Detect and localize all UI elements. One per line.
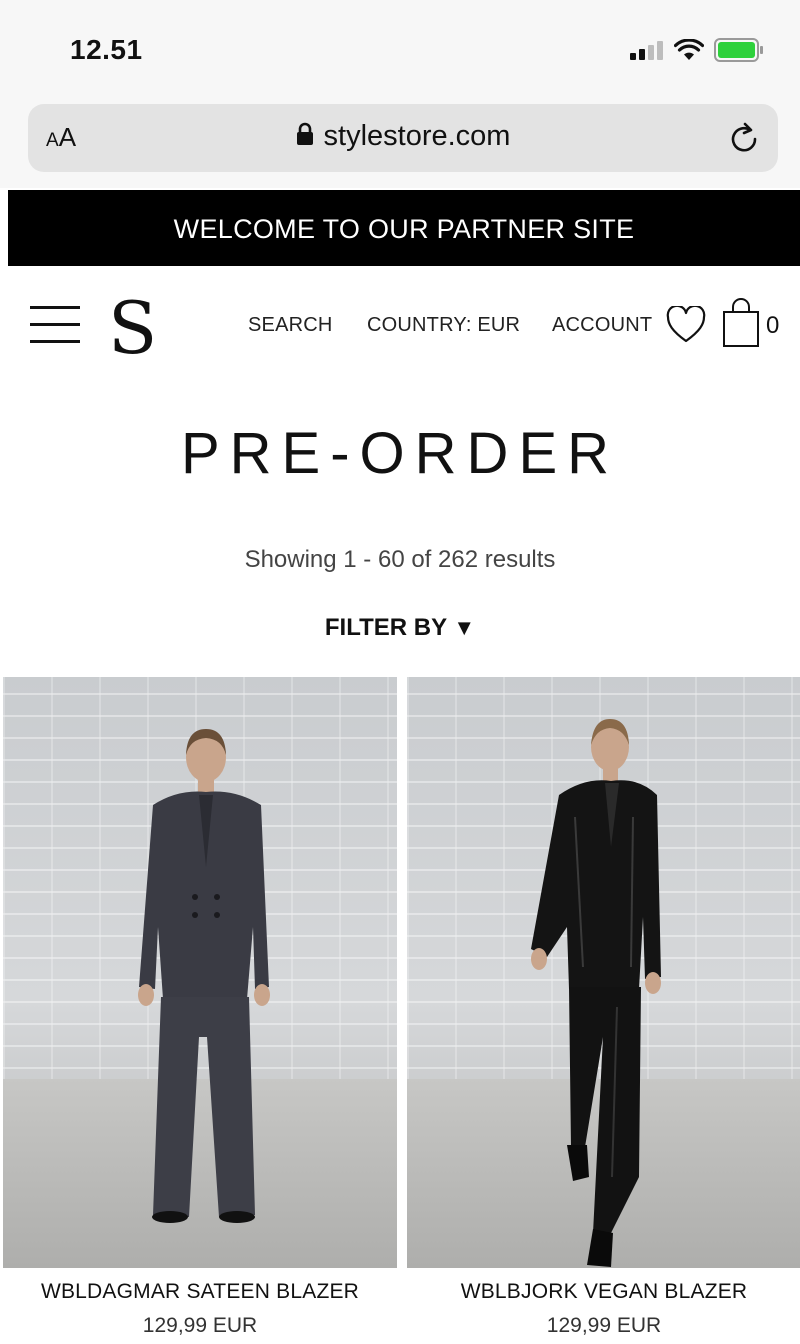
status-icons bbox=[630, 38, 764, 62]
welcome-banner: WELCOME TO OUR PARTNER SITE bbox=[8, 190, 800, 266]
status-time: 12.51 bbox=[70, 34, 143, 65]
filter-label: FILTER BY bbox=[324, 614, 447, 641]
account-link[interactable]: ACCOUNT bbox=[552, 314, 652, 337]
product-name[interactable]: WBLBJORK VEGAN BLAZER bbox=[407, 1280, 800, 1304]
page-title: PRE-ORDER bbox=[180, 421, 620, 486]
lock-icon bbox=[296, 123, 313, 146]
menu-icon[interactable] bbox=[30, 306, 82, 346]
product-name[interactable]: WBLDAGMAR SATEEN BLAZER bbox=[3, 1280, 397, 1304]
url-text: stylestore.com bbox=[323, 120, 511, 152]
product-image[interactable] bbox=[407, 677, 800, 1268]
wifi-icon bbox=[674, 39, 704, 60]
reload-icon[interactable] bbox=[726, 120, 762, 156]
product-card[interactable]: WBLDAGMAR SATEEN BLAZER 129,99 EUR bbox=[3, 677, 397, 1338]
caret-down-icon: ▼ bbox=[453, 615, 476, 640]
product-price: 129,99 EUR bbox=[546, 1314, 662, 1337]
country-selector[interactable]: COUNTRY: EUR bbox=[367, 314, 520, 337]
model-figure bbox=[531, 719, 661, 1267]
status-bar: 12.51 bbox=[0, 0, 800, 100]
results-count: Showing 1 - 60 of 262 results bbox=[244, 546, 556, 573]
address-bar[interactable]: AA stylestore.com bbox=[28, 104, 778, 172]
site-logo[interactable]: S bbox=[108, 288, 157, 368]
product-price: 129,99 EUR bbox=[142, 1314, 258, 1337]
heart-icon[interactable] bbox=[666, 306, 706, 344]
shopping-bag-icon[interactable] bbox=[722, 298, 760, 348]
cellular-signal-icon bbox=[630, 41, 663, 60]
model-figure bbox=[138, 729, 270, 1223]
filter-by-button[interactable]: FILTER BY ▼ bbox=[0, 614, 800, 642]
product-card[interactable]: WBLBJORK VEGAN BLAZER 129,99 EUR bbox=[407, 677, 800, 1338]
url-display[interactable]: stylestore.com bbox=[28, 120, 778, 153]
cart-count: 0 bbox=[766, 312, 780, 339]
site-header: S SEARCH COUNTRY: EUR ACCOUNT 0 bbox=[0, 266, 800, 386]
browser-toolbar: AA stylestore.com bbox=[0, 100, 800, 188]
search-link[interactable]: SEARCH bbox=[248, 314, 333, 337]
battery-icon bbox=[714, 38, 763, 62]
product-image[interactable] bbox=[3, 677, 397, 1268]
